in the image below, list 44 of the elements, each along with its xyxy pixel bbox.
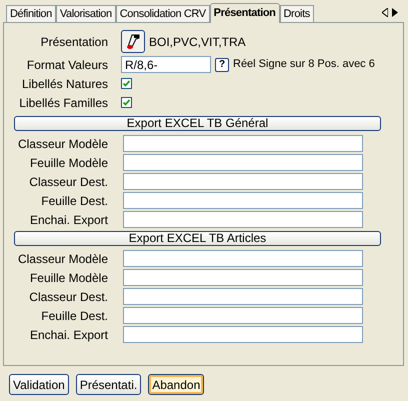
text-field[interactable] bbox=[123, 307, 363, 324]
text-field[interactable] bbox=[123, 269, 363, 286]
field-label: Format Valeurs bbox=[26, 56, 109, 74]
field-label: Classeur Modèle bbox=[16, 136, 109, 152]
format-field[interactable]: R/8,6- bbox=[121, 56, 211, 73]
text-field[interactable] bbox=[123, 326, 363, 343]
scroll-left-icon[interactable] bbox=[382, 8, 388, 16]
tab[interactable]: Consolidation CRV bbox=[116, 5, 210, 23]
field-label: Classeur Modèle bbox=[16, 250, 109, 268]
section-button[interactable]: Export EXCEL TB Articles bbox=[14, 231, 381, 246]
action-button[interactable]: Présentati. bbox=[76, 374, 142, 395]
brush-icon bbox=[125, 34, 141, 50]
tab[interactable]: Droits bbox=[280, 5, 314, 23]
tab[interactable]: Valorisation bbox=[56, 5, 116, 23]
text-field[interactable] bbox=[123, 288, 363, 305]
text-field[interactable] bbox=[123, 173, 363, 190]
text-field[interactable] bbox=[123, 211, 363, 228]
text-field[interactable] bbox=[123, 135, 363, 152]
field-label: Enchai. Export bbox=[28, 326, 109, 344]
text-field[interactable] bbox=[123, 250, 363, 267]
text-field[interactable] bbox=[123, 192, 363, 209]
field-label: Libellés Natures bbox=[20, 76, 109, 92]
checkbox[interactable] bbox=[121, 78, 132, 89]
palette-button[interactable] bbox=[121, 30, 145, 53]
field-label: Classeur Dest. bbox=[28, 288, 109, 306]
checkbox[interactable] bbox=[121, 97, 132, 108]
field-label: Feuille Dest. bbox=[40, 308, 109, 324]
field-label: Classeur Dest. bbox=[28, 174, 109, 190]
text-field[interactable] bbox=[123, 154, 363, 171]
action-button[interactable]: Abandon bbox=[148, 374, 204, 395]
field-label: Libellés Familles bbox=[18, 94, 109, 112]
help-button[interactable]: ? bbox=[215, 58, 229, 72]
field-label: Feuille Modèle bbox=[28, 154, 109, 172]
field-label: Feuille Modèle bbox=[28, 270, 109, 286]
format-description: Réel Signe sur 8 Pos. avec 6 bbox=[233, 57, 375, 72]
section-button[interactable]: Export EXCEL TB Général bbox=[14, 116, 381, 131]
field-label: Feuille Dest. bbox=[40, 192, 109, 210]
field-label: Enchai. Export bbox=[28, 212, 109, 228]
tab[interactable]: Définition bbox=[6, 5, 56, 23]
tab[interactable]: Présentation bbox=[210, 3, 280, 23]
presentation-value: BOI,PVC,VIT,TRA bbox=[149, 34, 246, 50]
field-label: Présentation bbox=[40, 34, 109, 50]
scroll-right-icon[interactable] bbox=[392, 8, 398, 16]
action-button[interactable]: Validation bbox=[9, 374, 69, 395]
